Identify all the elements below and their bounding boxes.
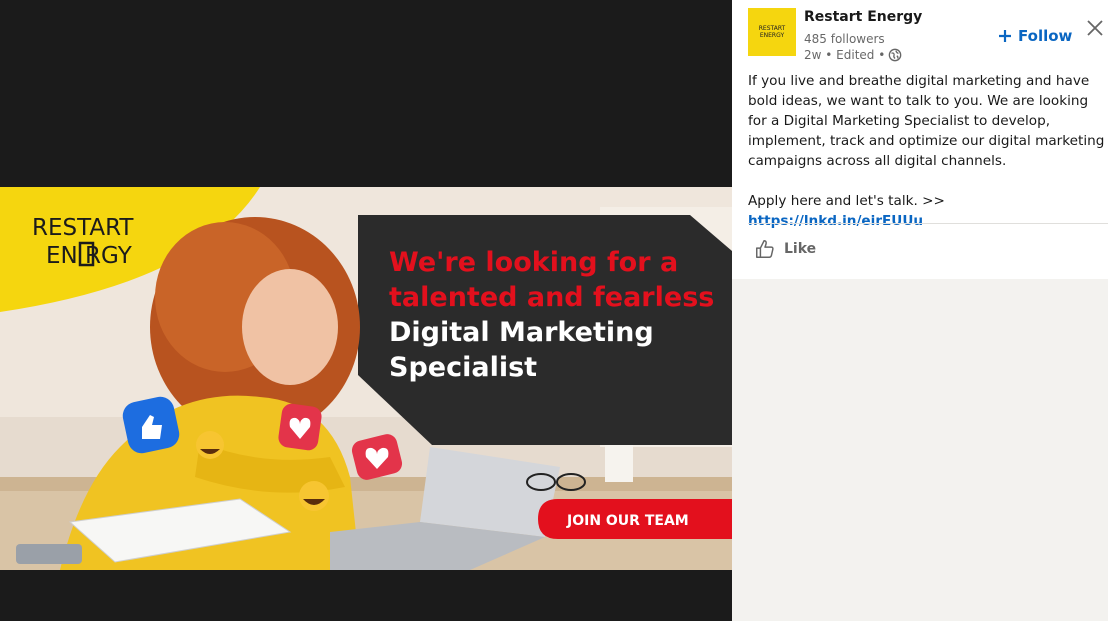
headline-white-2: Specialist [389,352,537,383]
like-label: Like [784,241,817,257]
post-body: If you live and breathe digital marketin… [748,71,1108,231]
plus-icon [999,30,1011,42]
laughing-emoji-icon [196,431,224,459]
company-name[interactable]: Restart Energy [804,9,922,25]
post-side-panel: RESTART ENERGY Restart Energy 485 follow… [732,0,1108,621]
close-icon[interactable] [1084,17,1106,39]
follow-button[interactable]: Follow [998,25,1072,47]
apply-link[interactable]: https://lnkd.in/eirEUUu [748,213,923,229]
post-card: RESTART ENERGY Restart Energy 485 follow… [732,0,1108,279]
post-meta-text: 2w • Edited • [804,48,886,62]
headline-red-2: talented and fearless [389,282,714,313]
banner-graphic: RESTART EN RGY We're looking for a talen… [0,187,732,570]
logo-line-1: RESTART [758,25,786,32]
heart-reaction-icon [278,403,322,451]
logo-line-2: ENERGY [759,32,785,39]
headline-red-1: We're looking for a [389,247,678,278]
post-paragraph: If you live and breathe digital marketin… [748,73,1105,169]
join-team-label: JOIN OUR TEAM [566,513,689,529]
post-meta: 2w • Edited • [804,48,902,62]
image-viewer: RESTART EN RGY We're looking for a talen… [0,0,732,621]
brand-line-1: RESTART [32,215,134,241]
headline-white-1: Digital Marketing [389,317,654,348]
apply-text: Apply here and let's talk. >> [748,193,945,209]
apply-line: Apply here and let's talk. >> https://ln… [748,191,1108,231]
divider [748,223,1108,224]
follower-count: 485 followers [804,32,885,46]
post-image[interactable]: RESTART EN RGY We're looking for a talen… [0,187,732,570]
thumbs-up-icon [756,240,774,258]
globe-icon [888,48,902,62]
follow-label: Follow [1018,27,1073,45]
grinning-emoji-icon [299,481,329,511]
like-button[interactable]: Like [754,238,816,260]
company-logo[interactable]: RESTART ENERGY [748,8,796,56]
